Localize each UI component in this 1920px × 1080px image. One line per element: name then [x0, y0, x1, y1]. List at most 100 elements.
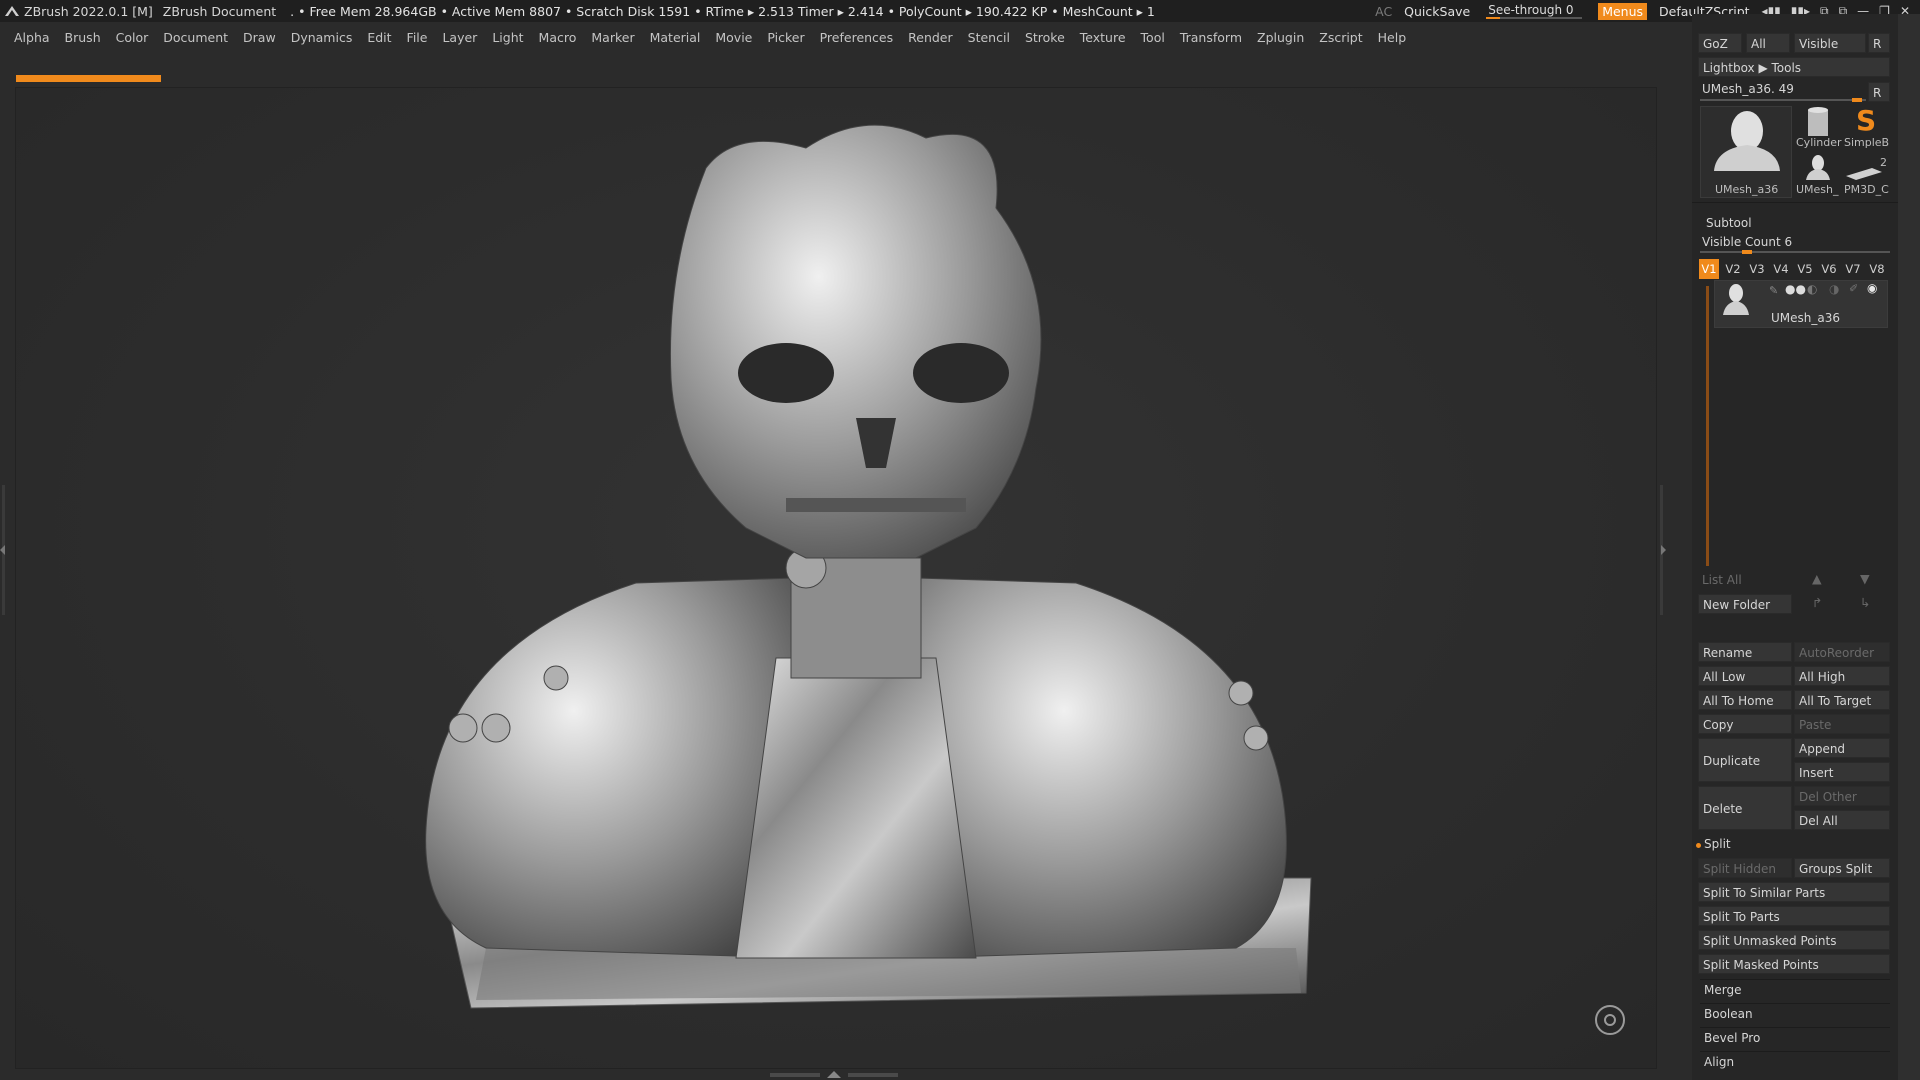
lightbox-tools-button[interactable]: Lightbox ▶ Tools	[1698, 57, 1890, 77]
split-hidden-button[interactable]: Split Hidden	[1698, 858, 1792, 878]
new-folder-button[interactable]: New Folder	[1698, 594, 1792, 614]
split-similar-parts-button[interactable]: Split To Similar Parts	[1698, 882, 1890, 902]
autoreorder-button[interactable]: AutoReorder	[1794, 642, 1890, 662]
subtool-header[interactable]: Subtool	[1706, 216, 1752, 230]
thumb-caption-pm3d: PM3D_C	[1844, 183, 1889, 196]
tool-thumb-umesh[interactable]: UMesh_a36	[1700, 106, 1792, 198]
copy-button[interactable]: Copy	[1698, 714, 1792, 734]
all-to-target-button[interactable]: All To Target	[1794, 690, 1890, 710]
menu-texture[interactable]: Texture	[1080, 30, 1126, 45]
subtool-folder-icon[interactable]: ◑	[1829, 282, 1839, 296]
tool-thumb-pm3d[interactable]: 2 PM3D_C	[1842, 154, 1890, 198]
menus-toggle-button[interactable]: Menus	[1598, 2, 1648, 20]
goz-button[interactable]: GoZ	[1698, 33, 1742, 53]
paste-button[interactable]: Paste	[1794, 714, 1890, 734]
move-up-icon[interactable]: ▲	[1812, 571, 1822, 586]
insert-button[interactable]: Insert	[1794, 762, 1890, 782]
split-masked-button[interactable]: Split Masked Points	[1698, 954, 1890, 974]
navigation-gizmo-icon[interactable]	[1595, 1005, 1625, 1035]
tool-thumb-cylinder[interactable]: Cylinder	[1796, 106, 1842, 154]
rename-button[interactable]: Rename	[1698, 642, 1792, 662]
split-unmasked-button[interactable]: Split Unmasked Points	[1698, 930, 1890, 950]
folder-down-icon[interactable]: ↳	[1860, 595, 1870, 610]
menu-picker[interactable]: Picker	[767, 30, 804, 45]
goz-visible-button[interactable]: Visible	[1794, 33, 1866, 53]
menu-movie[interactable]: Movie	[715, 30, 752, 45]
subtool-polypaint-icon[interactable]: ●●	[1785, 282, 1806, 296]
tool-thumb-simplebrush[interactable]: S SimpleB	[1842, 104, 1890, 154]
tool-slider[interactable]	[1700, 98, 1866, 102]
thumb-caption-cylinder: Cylinder	[1796, 136, 1842, 149]
menu-material[interactable]: Material	[650, 30, 701, 45]
visibility-tab-v1[interactable]: V1	[1699, 259, 1719, 279]
document-canvas[interactable]	[15, 87, 1657, 1069]
move-down-icon[interactable]: ▼	[1860, 571, 1870, 586]
menu-zscript[interactable]: Zscript	[1319, 30, 1362, 45]
title-bar: ZBrush 2022.0.1 [M] ZBrush Document . • …	[0, 0, 1920, 22]
bevel-pro-section-header[interactable]: Bevel Pro	[1700, 1027, 1890, 1047]
subtool-brush-icon[interactable]: ✎	[1769, 284, 1778, 297]
menu-file[interactable]: File	[407, 30, 428, 45]
visibility-tab-v6[interactable]: V6	[1819, 259, 1839, 279]
tool-thumb-umesh-small[interactable]: UMesh_	[1796, 154, 1840, 198]
visibility-tab-v7[interactable]: V7	[1843, 259, 1863, 279]
folder-up-icon[interactable]: ↱	[1812, 595, 1822, 610]
subtool-material-icon[interactable]: ◐	[1807, 282, 1817, 296]
visibility-tab-v8[interactable]: V8	[1867, 259, 1887, 279]
menu-draw[interactable]: Draw	[243, 30, 276, 45]
all-to-home-button[interactable]: All To Home	[1698, 690, 1792, 710]
split-section-header[interactable]: Split	[1704, 837, 1731, 851]
menu-tool[interactable]: Tool	[1141, 30, 1165, 45]
menu-preferences[interactable]: Preferences	[820, 30, 894, 45]
menu-transform[interactable]: Transform	[1180, 30, 1242, 45]
thumb-caption-simpleb: SimpleB	[1844, 136, 1890, 149]
delete-button[interactable]: Delete	[1698, 786, 1792, 830]
menu-zplugin[interactable]: Zplugin	[1257, 30, 1304, 45]
goz-all-button[interactable]: All	[1746, 33, 1790, 53]
menu-layer[interactable]: Layer	[442, 30, 477, 45]
visibility-tab-v3[interactable]: V3	[1747, 259, 1767, 279]
quicksave-button[interactable]: QuickSave	[1404, 4, 1470, 19]
bottom-tray-handle[interactable]	[770, 1070, 900, 1080]
ac-button[interactable]: AC	[1375, 4, 1392, 19]
menu-render[interactable]: Render	[908, 30, 953, 45]
subtool-eye-icon[interactable]: ◉	[1867, 281, 1877, 295]
menu-light[interactable]: Light	[492, 30, 523, 45]
del-other-button[interactable]: Del Other	[1794, 786, 1890, 806]
menu-stroke[interactable]: Stroke	[1025, 30, 1065, 45]
menu-brush[interactable]: Brush	[65, 30, 101, 45]
visible-count-slider[interactable]	[1700, 250, 1890, 254]
menu-dynamics[interactable]: Dynamics	[291, 30, 353, 45]
menu-document[interactable]: Document	[163, 30, 228, 45]
menu-marker[interactable]: Marker	[591, 30, 634, 45]
del-all-button[interactable]: Del All	[1794, 810, 1890, 830]
duplicate-button[interactable]: Duplicate	[1698, 738, 1792, 782]
subtool-scroll-indicator[interactable]	[1706, 286, 1709, 566]
menu-stencil[interactable]: Stencil	[968, 30, 1010, 45]
menu-help[interactable]: Help	[1378, 30, 1407, 45]
goz-r-button[interactable]: R	[1868, 33, 1890, 53]
visibility-tab-v5[interactable]: V5	[1795, 259, 1815, 279]
see-through-slider[interactable]: See-through 0	[1482, 2, 1586, 20]
menu-alpha[interactable]: Alpha	[14, 30, 50, 45]
left-tray-toggle[interactable]	[0, 485, 8, 615]
align-section-header[interactable]: Align	[1700, 1051, 1890, 1071]
list-all-button[interactable]: List All	[1698, 570, 1792, 590]
right-tray-scrollbar[interactable]	[1898, 14, 1920, 1080]
split-to-parts-button[interactable]: Split To Parts	[1698, 906, 1890, 926]
visibility-tab-v2[interactable]: V2	[1723, 259, 1743, 279]
append-button[interactable]: Append	[1794, 738, 1890, 758]
right-tray-toggle[interactable]	[1658, 485, 1668, 615]
subtool-item[interactable]: ✎ ●● ◐ ◑ ✐ ◉ UMesh_a36	[1714, 280, 1888, 328]
visibility-tab-v4[interactable]: V4	[1771, 259, 1791, 279]
menu-edit[interactable]: Edit	[367, 30, 391, 45]
tool-r-button[interactable]: R	[1868, 82, 1890, 102]
all-low-button[interactable]: All Low	[1698, 666, 1792, 686]
merge-section-header[interactable]: Merge	[1700, 979, 1890, 999]
subtool-pen-icon[interactable]: ✐	[1849, 282, 1858, 295]
boolean-section-header[interactable]: Boolean	[1700, 1003, 1890, 1023]
groups-split-button[interactable]: Groups Split	[1794, 858, 1890, 878]
all-high-button[interactable]: All High	[1794, 666, 1890, 686]
menu-color[interactable]: Color	[116, 30, 149, 45]
menu-macro[interactable]: Macro	[539, 30, 577, 45]
